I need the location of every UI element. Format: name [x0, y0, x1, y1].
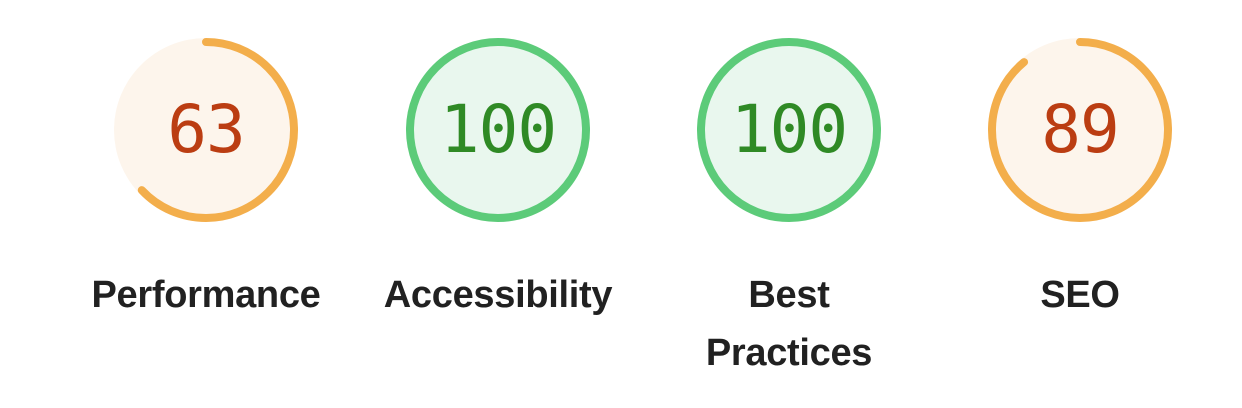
gauge-label: Accessibility — [383, 274, 613, 316]
gauge-seo[interactable]: 89 SEO — [950, 32, 1210, 324]
score-ring: 100 — [691, 32, 887, 228]
score-gauges: 63 Performance 100 Accessibility 100 Bes… — [0, 0, 1242, 408]
score-value: 100 — [439, 91, 557, 168]
score-value: 100 — [730, 91, 848, 168]
gauge-best-practices[interactable]: 100 Best Practices — [659, 32, 919, 382]
gauge-label: Best Practices — [705, 274, 873, 374]
score-value: 63 — [167, 91, 245, 168]
score-value: 89 — [1041, 91, 1119, 168]
score-ring: 63 — [108, 32, 304, 228]
gauge-accessibility[interactable]: 100 Accessibility — [368, 32, 628, 324]
score-ring: 100 — [400, 32, 596, 228]
gauge-label: SEO — [1040, 274, 1120, 316]
gauge-label: Performance — [91, 274, 321, 316]
score-ring: 89 — [982, 32, 1178, 228]
gauge-performance[interactable]: 63 Performance — [76, 32, 336, 324]
